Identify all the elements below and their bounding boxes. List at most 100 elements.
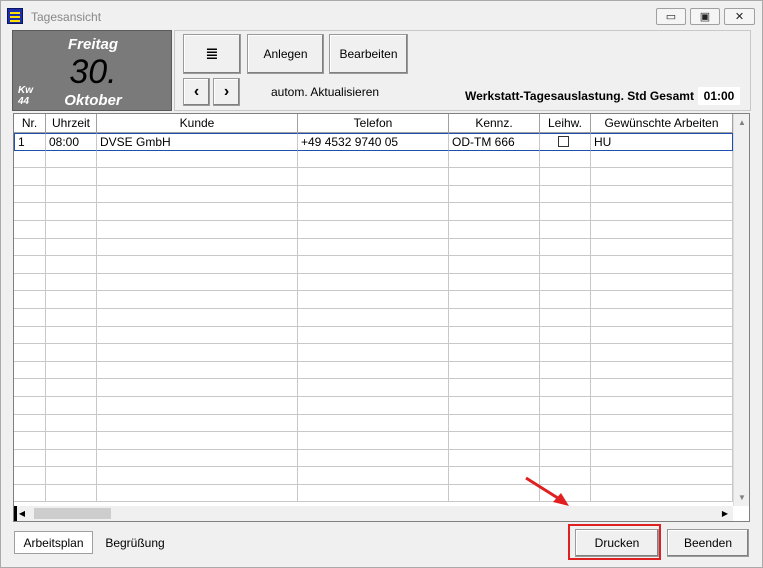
empty-cell[interactable]: [298, 185, 449, 204]
empty-cell[interactable]: [540, 361, 591, 380]
empty-cell[interactable]: [540, 326, 591, 345]
empty-cell[interactable]: [298, 396, 449, 415]
empty-cell[interactable]: [46, 396, 97, 415]
empty-cell[interactable]: [540, 432, 591, 450]
empty-cell[interactable]: [97, 220, 298, 239]
empty-cell[interactable]: [97, 396, 298, 415]
empty-cell[interactable]: [449, 220, 540, 239]
empty-cell[interactable]: [591, 467, 733, 485]
empty-table-row[interactable]: [14, 432, 733, 450]
empty-cell[interactable]: [540, 396, 591, 415]
empty-cell[interactable]: [540, 379, 591, 397]
empty-table-row[interactable]: [14, 168, 733, 186]
empty-cell[interactable]: [97, 467, 298, 485]
empty-cell[interactable]: [540, 414, 591, 433]
empty-cell[interactable]: [540, 185, 591, 204]
empty-table-row[interactable]: [14, 344, 733, 362]
empty-cell[interactable]: [298, 150, 449, 169]
empty-cell[interactable]: [449, 150, 540, 169]
empty-cell[interactable]: [591, 273, 733, 292]
empty-cell[interactable]: [46, 414, 97, 433]
empty-table-row[interactable]: [14, 361, 733, 380]
empty-table-row[interactable]: [14, 484, 733, 503]
empty-cell[interactable]: [46, 308, 97, 327]
empty-cell[interactable]: [591, 220, 733, 239]
empty-cell[interactable]: [591, 361, 733, 380]
empty-cell[interactable]: [449, 379, 540, 397]
empty-cell[interactable]: [449, 238, 540, 257]
empty-cell[interactable]: [97, 308, 298, 327]
empty-cell[interactable]: [298, 308, 449, 327]
empty-table-row[interactable]: [14, 238, 733, 257]
empty-cell[interactable]: [14, 432, 46, 450]
empty-cell[interactable]: [46, 484, 97, 503]
empty-cell[interactable]: [97, 238, 298, 257]
empty-cell[interactable]: [298, 291, 449, 309]
horizontal-scrollbar[interactable]: ◀ ▶: [14, 506, 733, 521]
empty-table-row[interactable]: [14, 379, 733, 397]
empty-cell[interactable]: [14, 238, 46, 257]
empty-table-row[interactable]: [14, 308, 733, 327]
scroll-down-icon[interactable]: ▼: [734, 489, 749, 506]
empty-cell[interactable]: [298, 432, 449, 450]
empty-cell[interactable]: [298, 203, 449, 221]
empty-cell[interactable]: [591, 396, 733, 415]
empty-cell[interactable]: [97, 326, 298, 345]
empty-cell[interactable]: [14, 185, 46, 204]
table-cell-telefon[interactable]: +49 4532 9740 05: [298, 133, 449, 151]
empty-cell[interactable]: [591, 291, 733, 309]
empty-cell[interactable]: [298, 379, 449, 397]
column-header[interactable]: Telefon: [298, 114, 449, 133]
column-header[interactable]: Kennz.: [449, 114, 540, 133]
empty-cell[interactable]: [14, 308, 46, 327]
empty-cell[interactable]: [449, 256, 540, 274]
empty-cell[interactable]: [46, 344, 97, 362]
column-header[interactable]: Kunde: [97, 114, 298, 133]
empty-cell[interactable]: [540, 168, 591, 186]
table-cell-kennz[interactable]: OD-TM 666: [449, 133, 540, 151]
empty-cell[interactable]: [591, 185, 733, 204]
empty-cell[interactable]: [14, 203, 46, 221]
empty-cell[interactable]: [97, 414, 298, 433]
empty-cell[interactable]: [298, 326, 449, 345]
empty-cell[interactable]: [14, 220, 46, 239]
empty-table-row[interactable]: [14, 203, 733, 221]
empty-cell[interactable]: [97, 273, 298, 292]
empty-table-row[interactable]: [14, 414, 733, 433]
empty-cell[interactable]: [46, 449, 97, 468]
empty-cell[interactable]: [449, 326, 540, 345]
empty-table-row[interactable]: [14, 449, 733, 468]
empty-table-row[interactable]: [14, 273, 733, 292]
empty-cell[interactable]: [540, 256, 591, 274]
empty-cell[interactable]: [298, 238, 449, 257]
empty-cell[interactable]: [14, 256, 46, 274]
empty-cell[interactable]: [14, 414, 46, 433]
empty-cell[interactable]: [449, 414, 540, 433]
empty-table-row[interactable]: [14, 291, 733, 309]
empty-cell[interactable]: [14, 449, 46, 468]
table-cell-uhrzeit[interactable]: 08:00: [46, 133, 97, 151]
empty-cell[interactable]: [591, 168, 733, 186]
bearbeiten-button[interactable]: Bearbeiten: [329, 34, 408, 74]
empty-cell[interactable]: [14, 168, 46, 186]
empty-cell[interactable]: [97, 484, 298, 503]
empty-cell[interactable]: [14, 291, 46, 309]
empty-cell[interactable]: [449, 273, 540, 292]
empty-table-row[interactable]: [14, 326, 733, 345]
empty-cell[interactable]: [298, 414, 449, 433]
empty-cell[interactable]: [298, 344, 449, 362]
empty-cell[interactable]: [449, 344, 540, 362]
empty-cell[interactable]: [591, 150, 733, 169]
title-bar[interactable]: Tagesansicht ▭ ▣ ✕: [1, 1, 762, 31]
empty-cell[interactable]: [46, 185, 97, 204]
empty-cell[interactable]: [14, 273, 46, 292]
empty-cell[interactable]: [449, 203, 540, 221]
empty-cell[interactable]: [449, 396, 540, 415]
empty-cell[interactable]: [298, 449, 449, 468]
empty-cell[interactable]: [97, 185, 298, 204]
empty-cell[interactable]: [591, 484, 733, 503]
empty-cell[interactable]: [46, 361, 97, 380]
empty-cell[interactable]: [540, 344, 591, 362]
empty-cell[interactable]: [591, 238, 733, 257]
table-row[interactable]: 1 08:00 DVSE GmbH +49 4532 9740 05 OD-TM 666…: [14, 133, 733, 151]
